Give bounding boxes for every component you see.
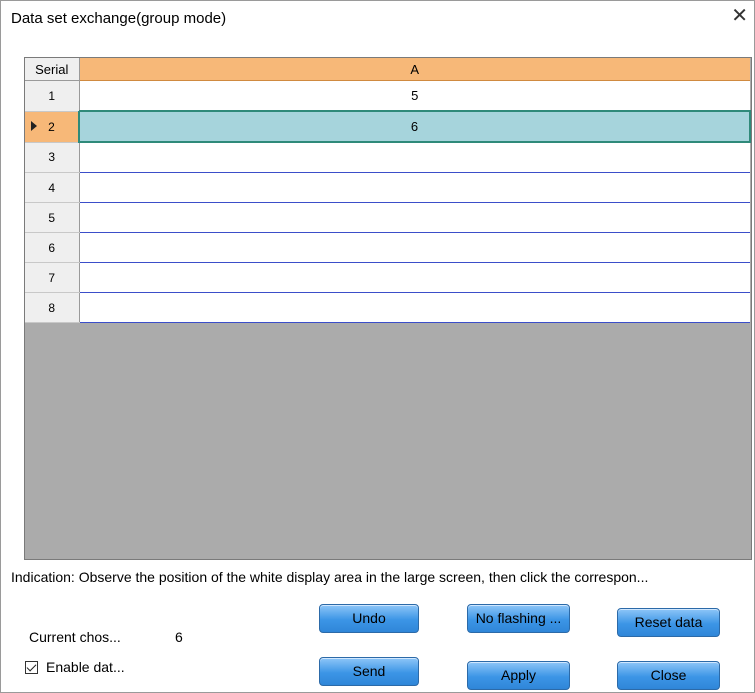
apply-button[interactable]: Apply [467,661,570,690]
row-header[interactable]: 4 [25,172,80,203]
table-row[interactable]: 1 5 [25,80,750,112]
enable-data-option[interactable]: Enable dat... [25,657,125,677]
table-cell[interactable] [79,202,750,233]
table-row[interactable]: 5 [25,202,750,233]
dialog-window: Data set exchange(group mode) ✕ Serial A… [0,0,755,693]
enable-data-checkbox[interactable] [25,660,38,674]
table-cell[interactable]: 5 [79,80,750,112]
table-cell-selected[interactable]: 6 [78,110,751,143]
row-header-label: 2 [48,119,55,134]
table-header-row: Serial A [25,58,750,81]
row-header[interactable]: 3 [25,142,80,173]
table-cell[interactable] [79,292,750,323]
row-header[interactable]: 5 [25,202,80,233]
current-chosen-label: Current chos... [29,629,121,645]
no-flashing-button[interactable]: No flashing ... [467,604,570,633]
table-cell[interactable] [79,232,750,263]
current-chosen-value: 6 [175,629,183,645]
table-row-selected[interactable]: 2 6 [25,110,751,143]
table-row[interactable]: 3 [25,142,750,173]
row-header[interactable]: 1 [25,80,80,112]
reset-data-button[interactable]: Reset data [617,608,720,637]
data-grid: Serial A 1 5 2 6 3 4 5 6 7 8 [24,57,752,560]
window-title: Data set exchange(group mode) [11,10,227,27]
column-header-a[interactable]: A [79,58,750,81]
current-row-arrow-icon [31,120,37,131]
title-bar: Data set exchange(group mode) ✕ [1,1,754,33]
table-row[interactable]: 4 [25,172,750,203]
close-icon[interactable]: ✕ [731,6,748,26]
table-row[interactable]: 8 [25,292,750,323]
row-header-selected[interactable]: 2 [25,111,80,143]
send-button[interactable]: Send [319,657,419,686]
row-header[interactable]: 6 [25,232,80,263]
column-header-serial[interactable]: Serial [25,58,80,81]
row-header[interactable]: 7 [25,262,80,293]
row-header[interactable]: 8 [25,292,80,323]
data-table: Serial A 1 5 2 6 3 4 5 6 7 8 [25,58,751,323]
table-cell[interactable] [79,142,750,173]
indication-text: Indication: Observe the position of the … [11,569,649,585]
close-button[interactable]: Close [617,661,720,690]
table-cell[interactable] [79,172,750,203]
enable-data-label: Enable dat... [46,659,125,675]
undo-button[interactable]: Undo [319,604,419,633]
table-cell[interactable] [79,262,750,293]
table-row[interactable]: 6 [25,232,750,263]
table-row[interactable]: 7 [25,262,750,293]
